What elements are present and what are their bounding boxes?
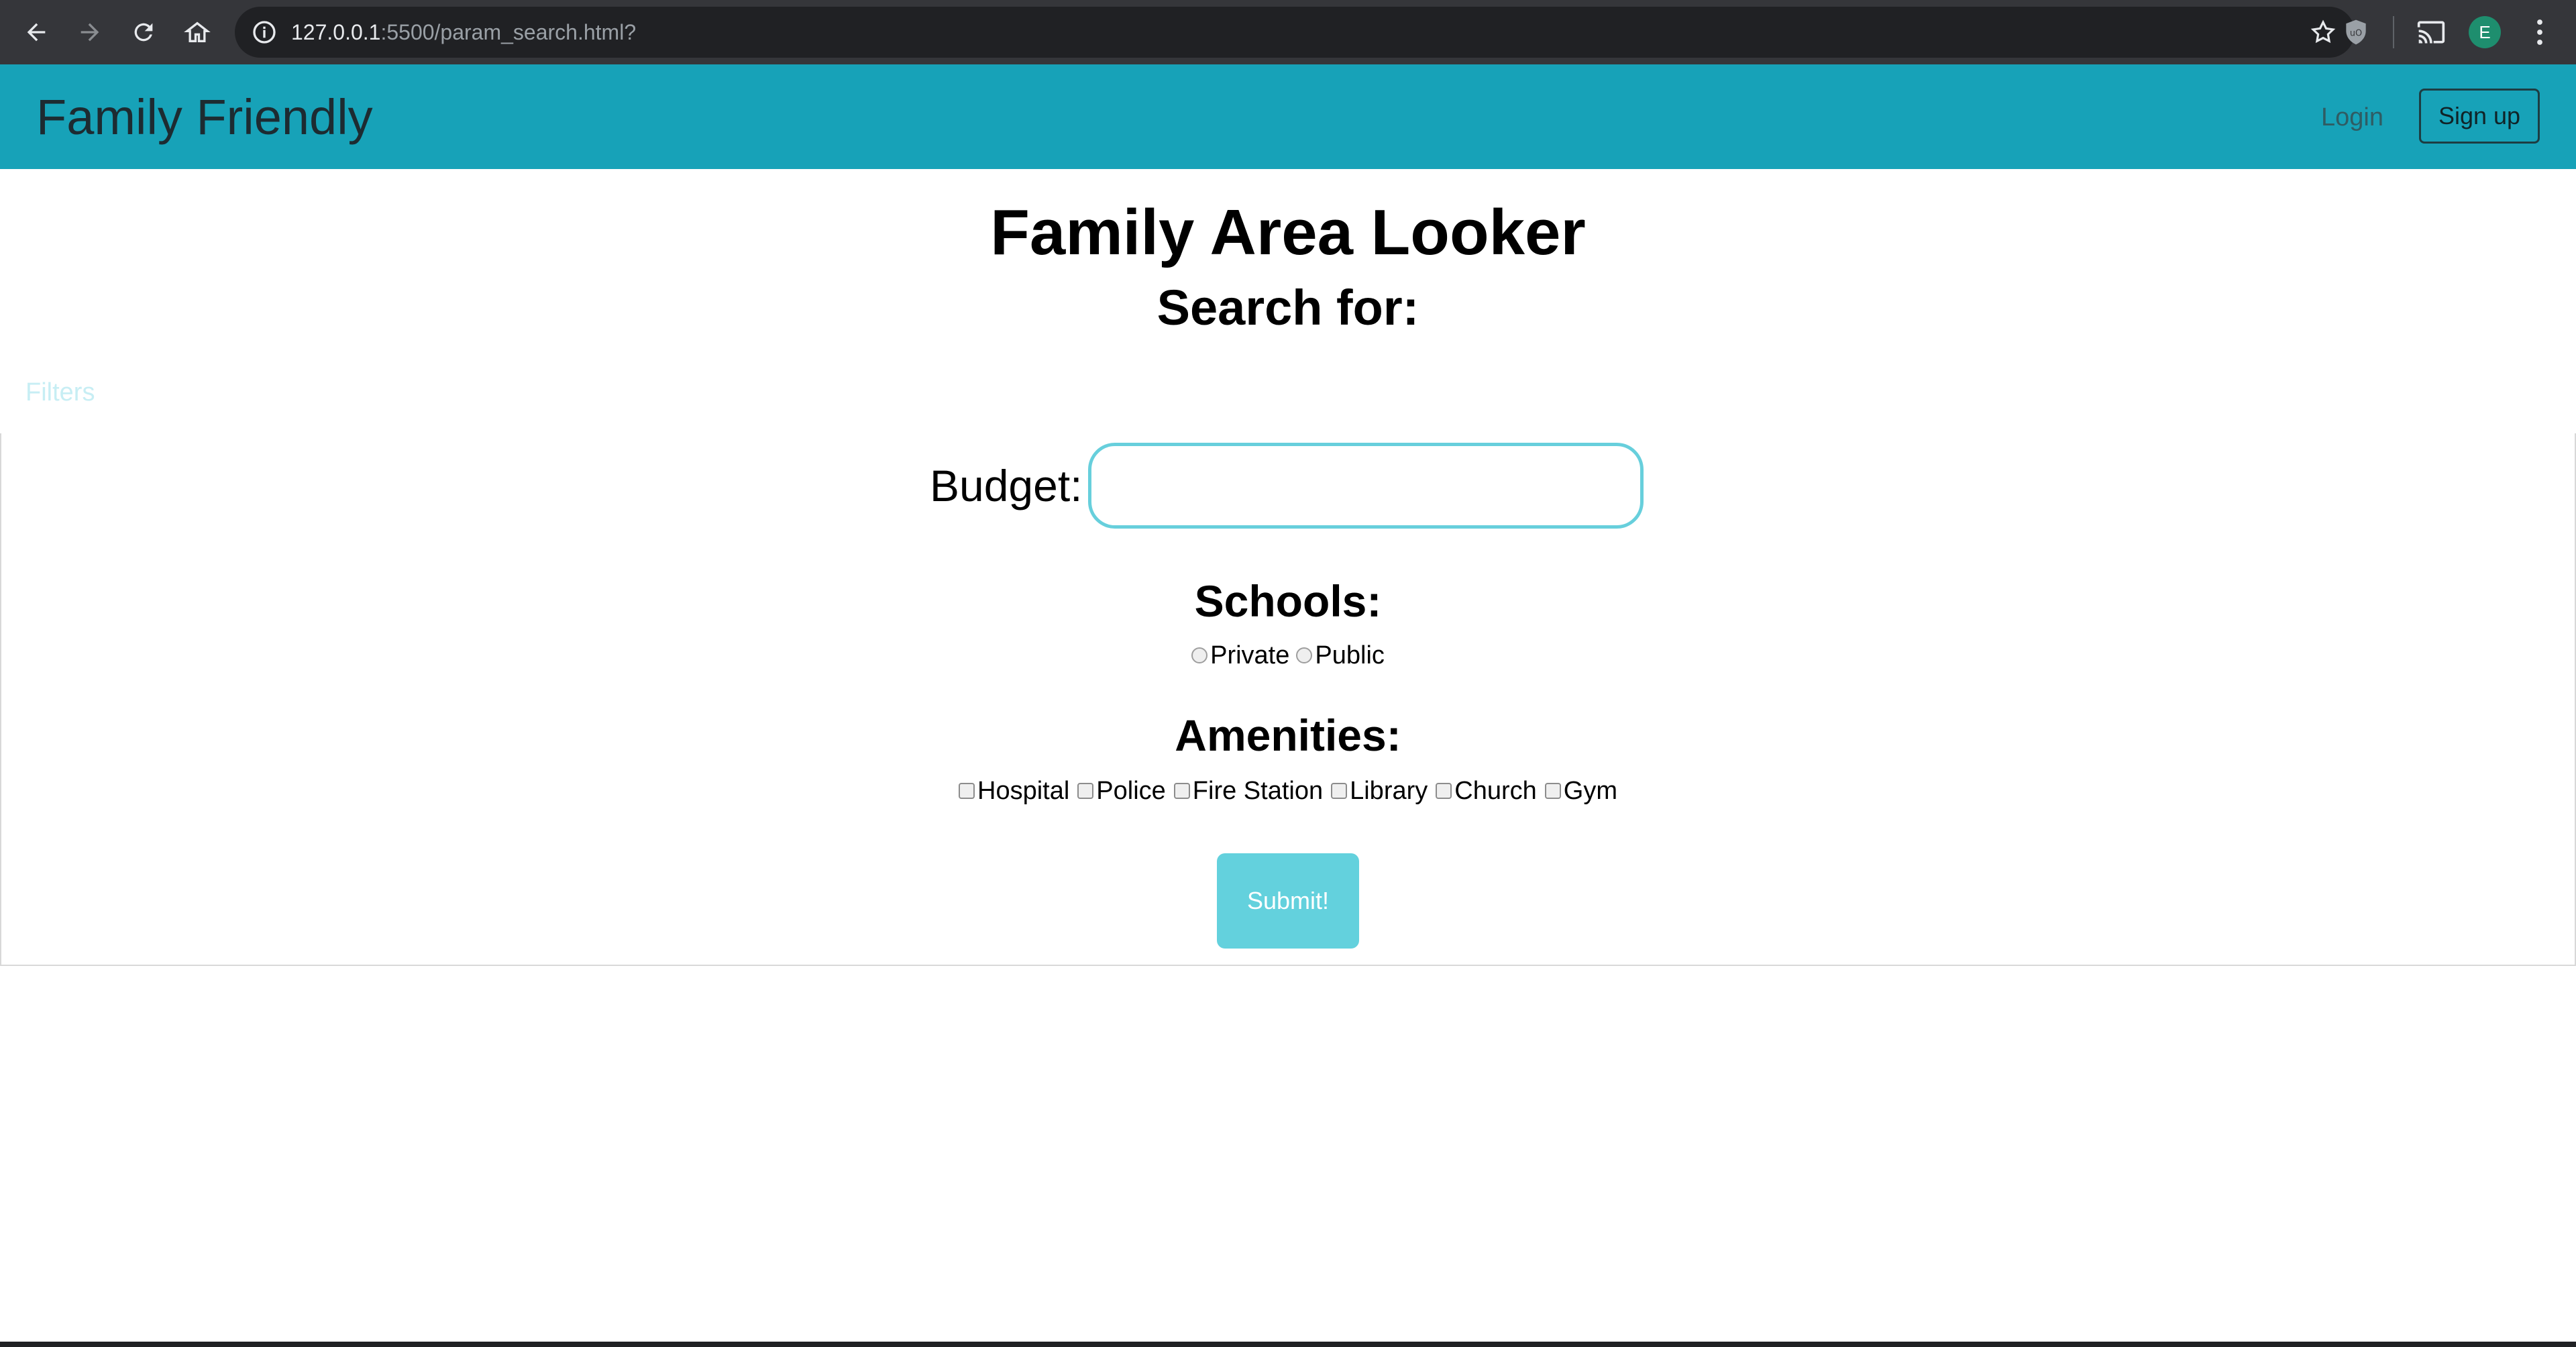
school-option-label: Public	[1315, 641, 1385, 669]
page-subtitle: Search for:	[1157, 280, 1419, 335]
school-option-public[interactable]: Public	[1296, 640, 1385, 671]
hospital-checkbox[interactable]	[959, 783, 975, 799]
school-option-private[interactable]: Private	[1191, 640, 1289, 671]
forward-arrow-icon	[80, 23, 99, 42]
amenity-option-library[interactable]: Library	[1331, 775, 1428, 806]
back-arrow-icon	[27, 23, 46, 42]
amenities-options: Hospital Police Fire Station Library Chu…	[0, 775, 2576, 806]
library-checkbox[interactable]	[1331, 783, 1348, 799]
amenity-option-fire-station[interactable]: Fire Station	[1173, 775, 1324, 806]
amenities-heading: Amenities:	[1175, 710, 1401, 760]
cast-icon	[2417, 21, 2445, 44]
schools-options: Private Public	[0, 640, 2576, 671]
church-checkbox[interactable]	[1436, 783, 1452, 799]
login-link[interactable]: Login	[2321, 101, 2383, 134]
reload-button[interactable]	[125, 13, 162, 51]
budget-label: Budget:	[930, 461, 1083, 510]
address-bar[interactable]: 127.0.0.1:5500/param_search.html?	[235, 7, 2355, 58]
url-path: :5500/param_search.html?	[380, 20, 637, 44]
public-radio[interactable]	[1296, 647, 1313, 663]
cast-button[interactable]	[2415, 16, 2447, 48]
home-button[interactable]	[178, 13, 216, 51]
signup-button[interactable]: Sign up	[2419, 89, 2540, 144]
url-host: 127.0.0.1	[291, 20, 381, 44]
site-navbar: Family Friendly Login Sign up	[0, 64, 2576, 169]
reload-icon	[134, 23, 153, 42]
taskbar-edge	[0, 1342, 2576, 1347]
schools-heading: Schools:	[1194, 576, 1382, 626]
private-radio[interactable]	[1191, 647, 1208, 663]
more-vertical-icon	[2537, 19, 2542, 45]
browser-menu-button[interactable]	[2528, 16, 2552, 48]
page-title: Family Area Looker	[990, 197, 1586, 268]
amenity-option-gym[interactable]: Gym	[1544, 775, 1617, 806]
school-option-label: Private	[1210, 641, 1290, 669]
brand-logo-link[interactable]: Family Friendly	[36, 89, 373, 146]
profile-avatar[interactable]: E	[2469, 16, 2501, 48]
ublock-extension-icon[interactable]: uO	[2340, 16, 2372, 48]
amenity-option-police[interactable]: Police	[1077, 775, 1166, 806]
bookmark-star-icon[interactable]	[2309, 18, 2337, 46]
filters-toggle-link[interactable]: Filters	[25, 377, 95, 408]
amenity-option-hospital[interactable]: Hospital	[959, 775, 1069, 806]
home-icon	[184, 21, 211, 42]
forward-button[interactable]	[71, 13, 109, 51]
gym-checkbox[interactable]	[1544, 783, 1561, 799]
amenity-option-label: Library	[1350, 777, 1428, 805]
toolbar-separator	[2393, 16, 2394, 48]
amenity-option-label: Police	[1096, 777, 1166, 805]
amenity-option-label: Church	[1454, 777, 1537, 805]
police-checkbox[interactable]	[1077, 783, 1094, 799]
amenity-option-label: Gym	[1563, 777, 1617, 805]
submit-button[interactable]: Submit!	[1217, 853, 1359, 949]
shield-icon: uO	[2346, 19, 2366, 45]
amenity-option-label: Fire Station	[1192, 777, 1324, 805]
amenity-option-church[interactable]: Church	[1436, 775, 1537, 806]
amenity-option-label: Hospital	[977, 777, 1070, 805]
fire-station-checkbox[interactable]	[1173, 783, 1190, 799]
svg-text:uO: uO	[2350, 29, 2362, 39]
url-text: 127.0.0.1:5500/param_search.html?	[291, 19, 636, 46]
budget-input[interactable]	[1088, 443, 1644, 529]
browser-toolbar: 127.0.0.1:5500/param_search.html? uO E	[0, 0, 2576, 64]
site-info-icon[interactable]	[251, 19, 278, 46]
back-button[interactable]	[17, 13, 55, 51]
